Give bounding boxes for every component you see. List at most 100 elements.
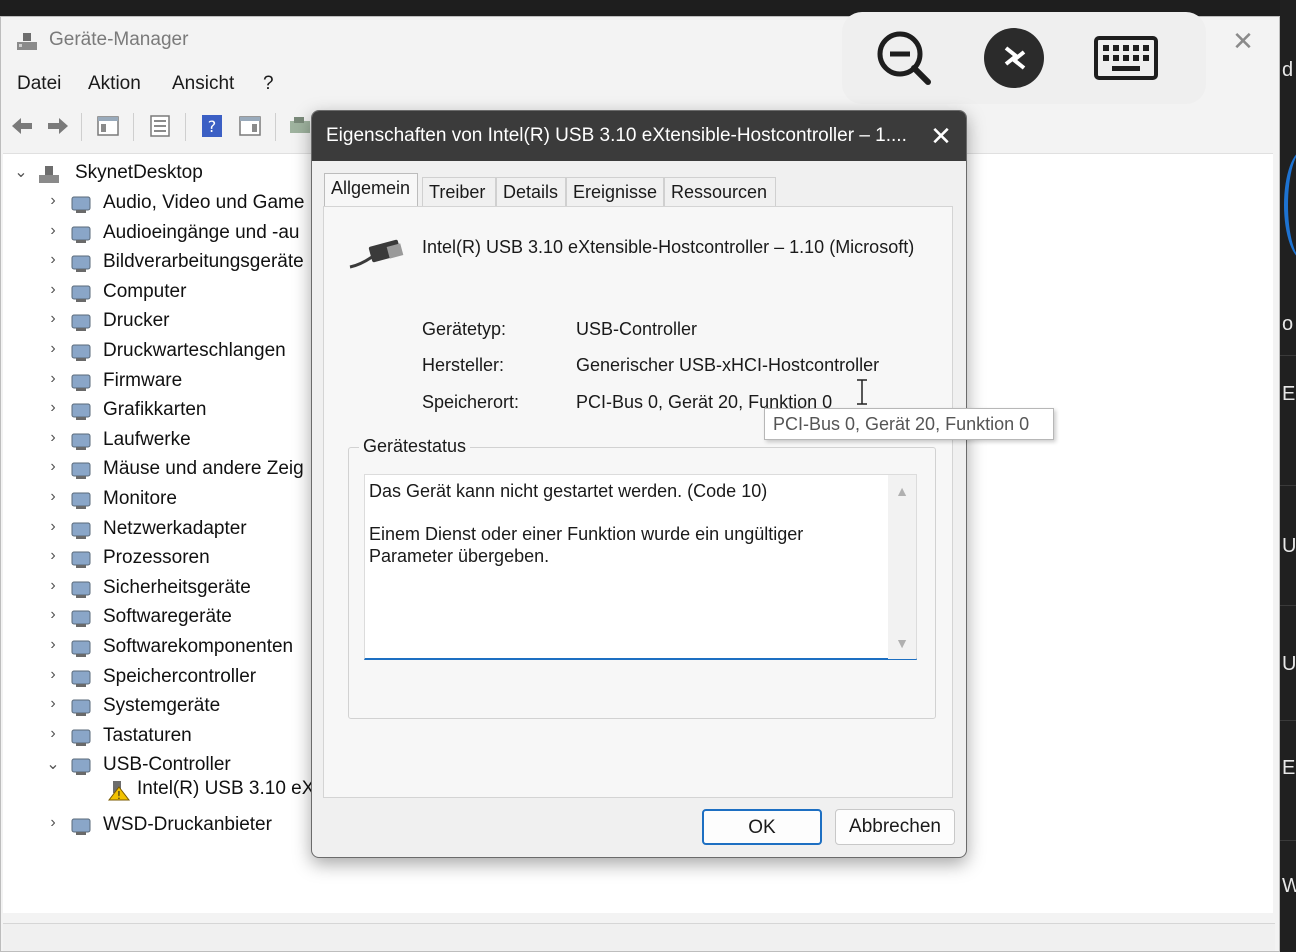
chevron-right-icon[interactable]: › [45, 606, 61, 626]
dialog-title: Eigenschaften von Intel(R) USB 3.10 eXte… [326, 125, 907, 146]
chevron-right-icon[interactable]: › [45, 281, 61, 301]
svg-text:?: ? [208, 117, 217, 136]
tree-item-label: Grafikkarten [103, 399, 207, 420]
properties-icon[interactable] [147, 113, 173, 139]
tab-details[interactable]: Details [496, 177, 566, 207]
device-category-icon [71, 699, 91, 716]
scroll-up-icon[interactable]: ▲ [895, 484, 909, 498]
device-category-icon [71, 640, 91, 657]
toolbar-separator [133, 113, 134, 141]
remote-desktop-icon[interactable] [980, 26, 1048, 90]
chevron-down-icon[interactable]: ⌄ [13, 162, 29, 182]
device-status-textbox[interactable]: Das Gerät kann nicht gestartet werden. (… [364, 474, 917, 660]
device-category-icon [71, 581, 91, 598]
device-category-icon [71, 729, 91, 746]
close-icon[interactable]: ✕ [926, 121, 956, 151]
chevron-right-icon[interactable]: › [45, 547, 61, 567]
menu-datei[interactable]: Datei [17, 73, 61, 95]
chevron-right-icon[interactable]: › [45, 518, 61, 538]
window-title: Geräte-Manager [49, 29, 189, 50]
action-pane-icon[interactable] [237, 113, 263, 139]
keyboard-icon[interactable] [1092, 26, 1160, 90]
tab-treiber[interactable]: Treiber [422, 177, 496, 207]
background-text: d [1282, 59, 1294, 81]
chevron-right-icon[interactable]: › [45, 251, 61, 271]
chevron-right-icon[interactable]: › [45, 399, 61, 419]
remote-toolbar [842, 12, 1206, 104]
device-category-icon [71, 344, 91, 361]
tree-item-label: Sicherheitsgeräte [103, 577, 251, 598]
chevron-right-icon[interactable]: › [45, 340, 61, 360]
background-text: E [1282, 757, 1296, 779]
background-text: o [1282, 313, 1294, 335]
device-category-icon [71, 433, 91, 450]
back-arrow-icon[interactable] [9, 113, 35, 139]
tree-item-label: Bildverarbeitungsgeräte [103, 251, 304, 272]
toolbar-separator [275, 113, 276, 141]
divider [1280, 355, 1296, 356]
tree-item-label: Systemgeräte [103, 695, 221, 716]
tree-item-label: Mäuse und andere Zeig [103, 458, 304, 479]
tree-item-label: Netzwerkadapter [103, 518, 247, 539]
device-category-icon [71, 403, 91, 420]
tree-item-label: WSD-Druckanbieter [103, 814, 272, 835]
chevron-right-icon[interactable]: › [45, 695, 61, 715]
menu-aktion[interactable]: Aktion [88, 73, 141, 95]
chevron-right-icon[interactable]: › [45, 429, 61, 449]
toolbar-separator [185, 113, 186, 141]
help-icon[interactable]: ? [199, 113, 225, 139]
divider [1280, 720, 1296, 721]
chevron-right-icon[interactable]: › [45, 814, 61, 834]
scroll-down-icon[interactable]: ▼ [895, 636, 909, 650]
device-category-icon [71, 196, 91, 213]
ok-button[interactable]: OK [702, 809, 822, 845]
chevron-right-icon[interactable]: › [45, 725, 61, 745]
device-category-icon [71, 255, 91, 272]
chevron-right-icon[interactable]: › [45, 310, 61, 330]
tree-item-label: USB-Controller [103, 754, 231, 775]
tab-ressourcen[interactable]: Ressourcen [664, 177, 776, 207]
tab-ereignisse[interactable]: Ereignisse [566, 177, 664, 207]
computer-root-icon [39, 166, 59, 183]
scan-hardware-icon[interactable] [287, 113, 313, 139]
chevron-right-icon[interactable]: › [45, 577, 61, 597]
background-text: E [1282, 383, 1296, 405]
device-status-legend: Gerätestatus [359, 436, 471, 457]
tab-allgemein[interactable]: Allgemein [324, 173, 418, 207]
show-hide-console-tree-icon[interactable] [95, 113, 121, 139]
menu-ansicht[interactable]: Ansicht [172, 73, 234, 95]
chevron-right-icon[interactable]: › [45, 458, 61, 478]
close-icon[interactable]: ✕ [1229, 27, 1257, 55]
tree-item-label: Tastaturen [103, 725, 192, 746]
zoom-out-icon[interactable] [870, 26, 938, 90]
tree-item-label: Laufwerke [103, 429, 191, 450]
tree-item-label: Intel(R) USB 3.10 eXt [137, 778, 320, 799]
chevron-right-icon[interactable]: › [45, 192, 61, 212]
status-scrollbar[interactable]: ▲ ▼ [888, 475, 916, 659]
status-line-error: Das Gerät kann nicht gestartet werden. (… [369, 481, 768, 501]
tree-item-label: Speichercontroller [103, 666, 257, 687]
chevron-right-icon[interactable]: › [45, 488, 61, 508]
chevron-right-icon[interactable]: › [45, 666, 61, 686]
chevron-down-icon[interactable]: ⌄ [45, 754, 61, 774]
warning-usb-icon: ! [107, 781, 131, 801]
device-category-icon [71, 314, 91, 331]
tree-item-label: Drucker [103, 310, 170, 331]
forward-arrow-icon[interactable] [45, 113, 71, 139]
cancel-button[interactable]: Abbrechen [835, 809, 955, 845]
device-category-icon [71, 492, 91, 509]
usb-connector-icon [349, 239, 404, 269]
location-label: Speicherort: [422, 392, 520, 412]
menu-help[interactable]: ? [263, 73, 274, 95]
chevron-right-icon[interactable]: › [45, 222, 61, 242]
chevron-right-icon[interactable]: › [45, 636, 61, 656]
tree-item-label: Firmware [103, 370, 183, 391]
dialog-titlebar[interactable]: Eigenschaften von Intel(R) USB 3.10 eXte… [312, 111, 966, 161]
manufacturer-value: Generischer USB-xHCI-Hostcontroller [576, 355, 880, 375]
device-name: Intel(R) USB 3.10 eXtensible-Hostcontrol… [422, 237, 915, 257]
tooltip: PCI-Bus 0, Gerät 20, Funktion 0 [764, 408, 1054, 440]
background-text: U [1282, 535, 1296, 557]
divider [1280, 485, 1296, 486]
chevron-right-icon[interactable]: › [45, 370, 61, 390]
tab-panel-allgemein: Intel(R) USB 3.10 eXtensible-Hostcontrol… [323, 206, 953, 798]
